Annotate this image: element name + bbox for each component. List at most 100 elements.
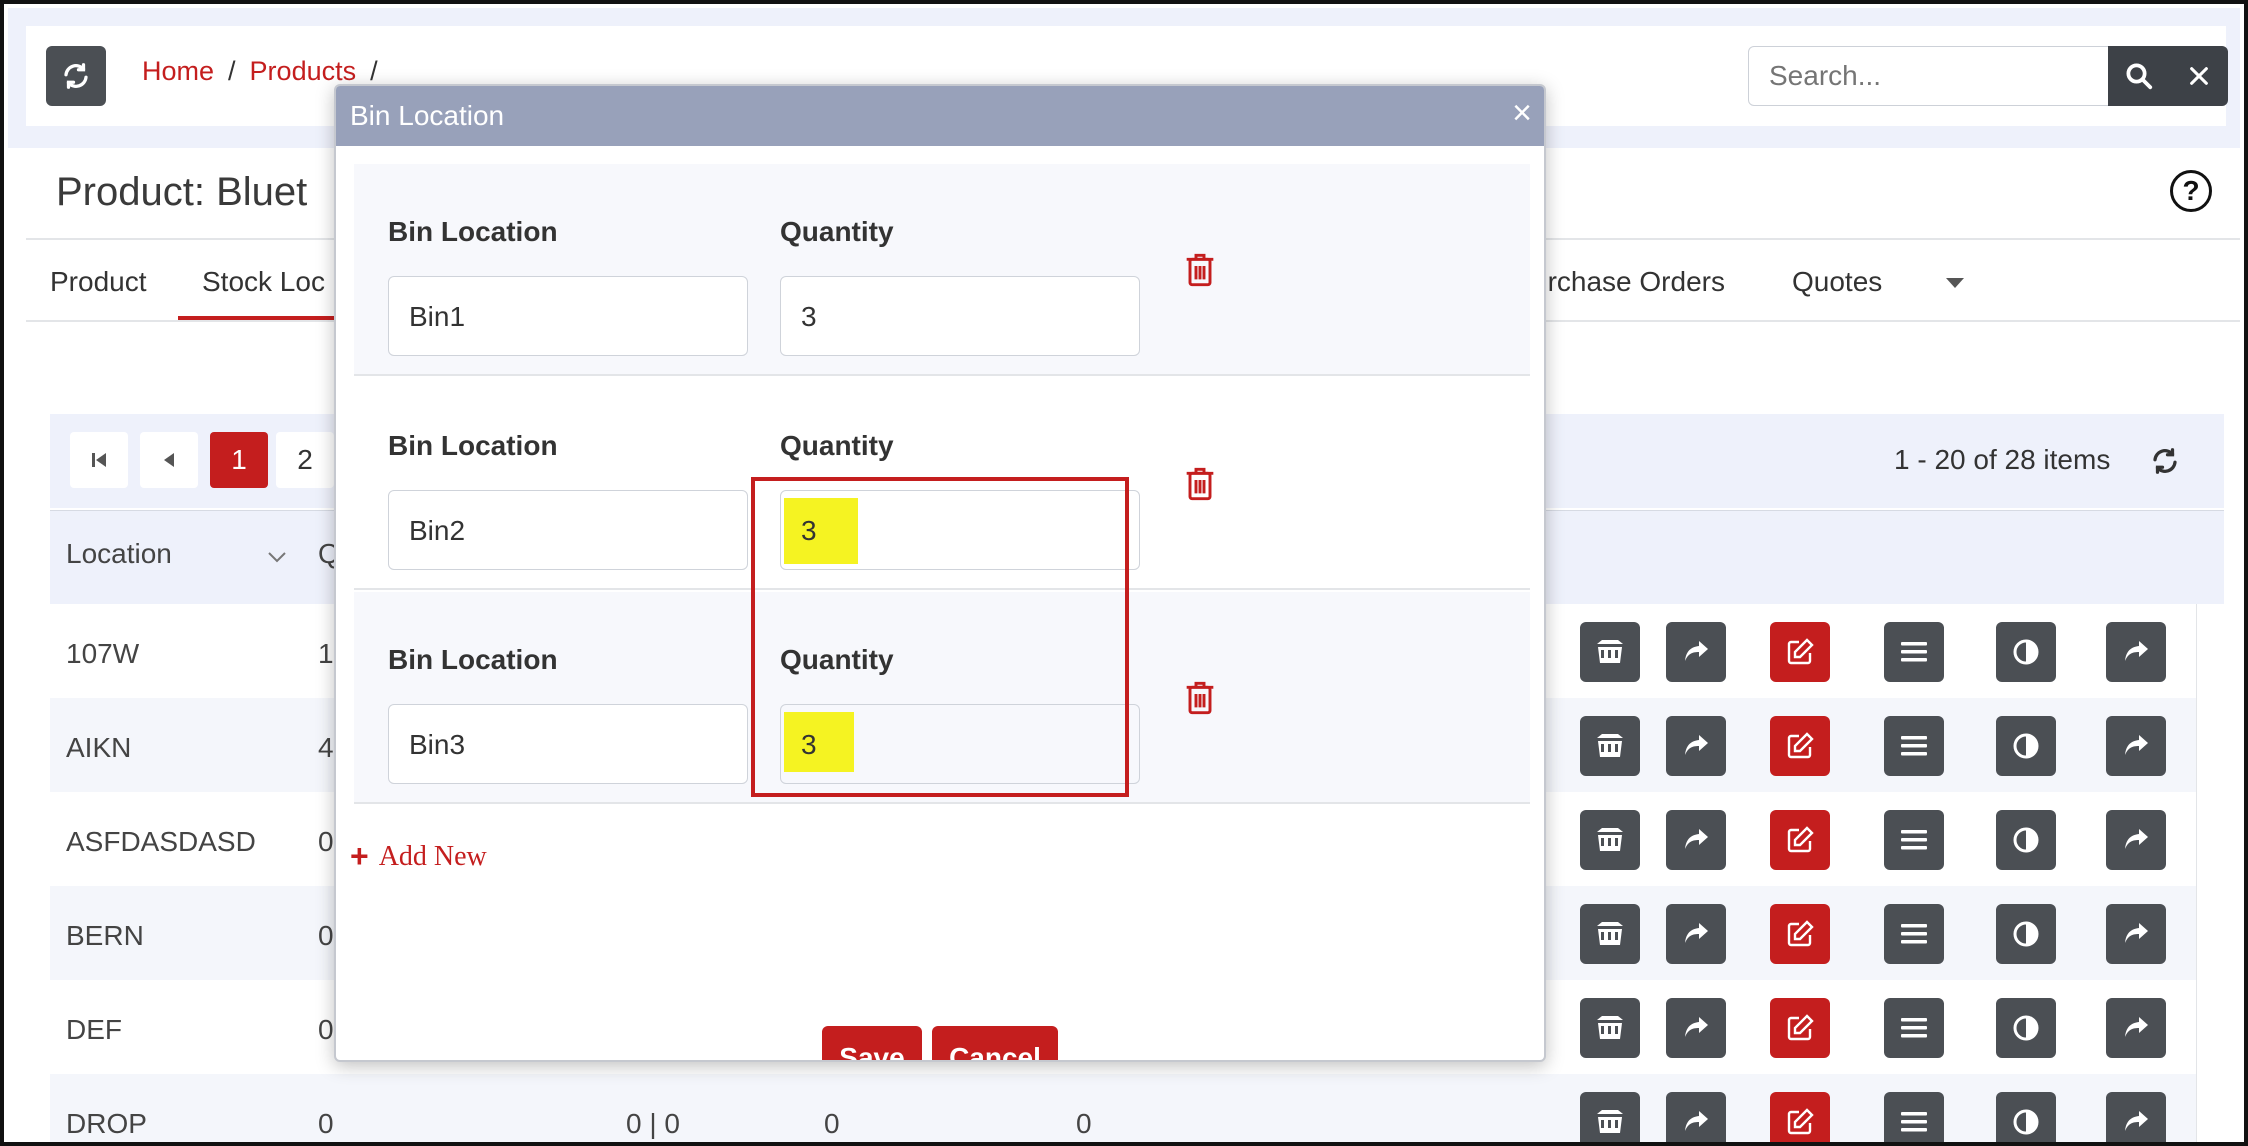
- bin-location-input[interactable]: Bin1: [388, 276, 748, 356]
- edit-button[interactable]: [1770, 810, 1830, 870]
- menu-icon: [1899, 1015, 1929, 1041]
- breadcrumb-products[interactable]: Products: [250, 56, 357, 87]
- tab-quotes[interactable]: Quotes: [1792, 266, 1882, 298]
- trash-icon[interactable]: [1184, 252, 1216, 288]
- search-input[interactable]: [1748, 46, 2110, 106]
- dumpster-button[interactable]: [1580, 998, 1640, 1058]
- contrast-button[interactable]: [1996, 1092, 2056, 1142]
- cell-quantity: 4: [318, 732, 334, 763]
- menu-button[interactable]: [1884, 810, 1944, 870]
- edit-icon: [1785, 731, 1815, 761]
- tab-product[interactable]: Product: [50, 266, 147, 298]
- bin-location-label: Bin Location: [388, 430, 558, 461]
- forward-button[interactable]: [2106, 716, 2166, 776]
- cell-value: 0: [1076, 1108, 1092, 1139]
- app-window: Home / Products / Product: Bluet ? Produ…: [0, 0, 2248, 1146]
- help-icon[interactable]: ?: [2170, 170, 2212, 212]
- forward-icon: [2122, 1015, 2150, 1041]
- contrast-button[interactable]: [1996, 622, 2056, 682]
- column-header-location[interactable]: Location: [66, 538, 172, 570]
- menu-button[interactable]: [1884, 1092, 1944, 1142]
- dumpster-icon: [1595, 1014, 1625, 1042]
- dumpster-button[interactable]: [1580, 810, 1640, 870]
- cell-quantity: 0: [318, 920, 334, 951]
- menu-icon: [1899, 639, 1929, 665]
- contrast-button[interactable]: [1996, 904, 2056, 964]
- save-button[interactable]: Save: [822, 1026, 922, 1060]
- share-icon: [1682, 639, 1710, 665]
- forward-icon: [2122, 733, 2150, 759]
- chevron-down-icon[interactable]: [1946, 278, 1964, 288]
- previous-page-button[interactable]: [140, 432, 198, 488]
- dumpster-button[interactable]: [1580, 622, 1640, 682]
- contrast-button[interactable]: [1996, 716, 2056, 776]
- bin-location-input[interactable]: Bin3: [388, 704, 748, 784]
- edit-button[interactable]: [1770, 716, 1830, 776]
- add-new-link[interactable]: + Add New: [350, 838, 487, 875]
- share-icon: [1682, 921, 1710, 947]
- edit-button[interactable]: [1770, 622, 1830, 682]
- forward-button[interactable]: [2106, 810, 2166, 870]
- edit-button[interactable]: [1770, 904, 1830, 964]
- refresh-grid-icon[interactable]: [2150, 446, 2180, 476]
- quantity-input[interactable]: 3: [780, 276, 1140, 356]
- menu-icon: [1899, 921, 1929, 947]
- sort-chevron-icon[interactable]: [266, 550, 288, 564]
- cell-location: BERN: [66, 920, 144, 951]
- edit-button[interactable]: [1770, 998, 1830, 1058]
- close-icon: [2190, 67, 2208, 85]
- forward-button[interactable]: [2106, 622, 2166, 682]
- cell-location: ASFDASDASD: [66, 826, 256, 857]
- page-2-button[interactable]: 2: [276, 432, 334, 488]
- tab-stock-locations[interactable]: Stock Loc: [202, 266, 325, 298]
- menu-button[interactable]: [1884, 904, 1944, 964]
- edit-icon: [1785, 919, 1815, 949]
- dumpster-button[interactable]: [1580, 904, 1640, 964]
- trash-icon[interactable]: [1184, 680, 1216, 716]
- forward-button[interactable]: [2106, 1092, 2166, 1142]
- menu-button[interactable]: [1884, 716, 1944, 776]
- cancel-button[interactable]: Cancel: [932, 1026, 1058, 1060]
- close-icon[interactable]: ×: [1512, 96, 1532, 130]
- breadcrumb-home[interactable]: Home: [142, 56, 214, 87]
- edit-icon: [1785, 825, 1815, 855]
- first-page-button[interactable]: [70, 432, 128, 488]
- forward-button[interactable]: [2106, 904, 2166, 964]
- contrast-icon: [2012, 920, 2040, 948]
- share-icon: [1682, 1109, 1710, 1135]
- forward-button[interactable]: [2106, 998, 2166, 1058]
- clear-search-button[interactable]: [2170, 46, 2228, 106]
- trash-icon[interactable]: [1184, 466, 1216, 502]
- contrast-icon: [2012, 1014, 2040, 1042]
- search-icon: [2126, 63, 2153, 90]
- menu-button[interactable]: [1884, 622, 1944, 682]
- dumpster-button[interactable]: [1580, 716, 1640, 776]
- scrollbar[interactable]: [2196, 604, 2222, 1142]
- edit-button[interactable]: [1770, 1092, 1830, 1142]
- contrast-button[interactable]: [1996, 998, 2056, 1058]
- share-icon: [1682, 733, 1710, 759]
- menu-icon: [1899, 827, 1929, 853]
- share-button[interactable]: [1666, 810, 1726, 870]
- share-button[interactable]: [1666, 622, 1726, 682]
- share-button[interactable]: [1666, 1092, 1726, 1142]
- cell-quantity: 1: [318, 638, 334, 669]
- add-new-label: Add New: [378, 840, 487, 872]
- bin-location-input[interactable]: Bin2: [388, 490, 748, 570]
- forward-icon: [2122, 921, 2150, 947]
- menu-icon: [1899, 1109, 1929, 1135]
- dumpster-button[interactable]: [1580, 1092, 1640, 1142]
- share-button[interactable]: [1666, 904, 1726, 964]
- share-button[interactable]: [1666, 716, 1726, 776]
- share-icon: [1682, 1015, 1710, 1041]
- menu-button[interactable]: [1884, 998, 1944, 1058]
- share-button[interactable]: [1666, 998, 1726, 1058]
- refresh-button[interactable]: [46, 46, 106, 106]
- contrast-icon: [2012, 732, 2040, 760]
- tab-purchase-orders[interactable]: urchase Orders: [1532, 266, 1725, 298]
- cell-quantity: 0: [318, 1014, 334, 1045]
- search-button[interactable]: [2108, 46, 2170, 106]
- page-1-button[interactable]: 1: [210, 432, 268, 488]
- contrast-button[interactable]: [1996, 810, 2056, 870]
- bin-row: Bin Location Quantity Bin1 3: [354, 164, 1530, 376]
